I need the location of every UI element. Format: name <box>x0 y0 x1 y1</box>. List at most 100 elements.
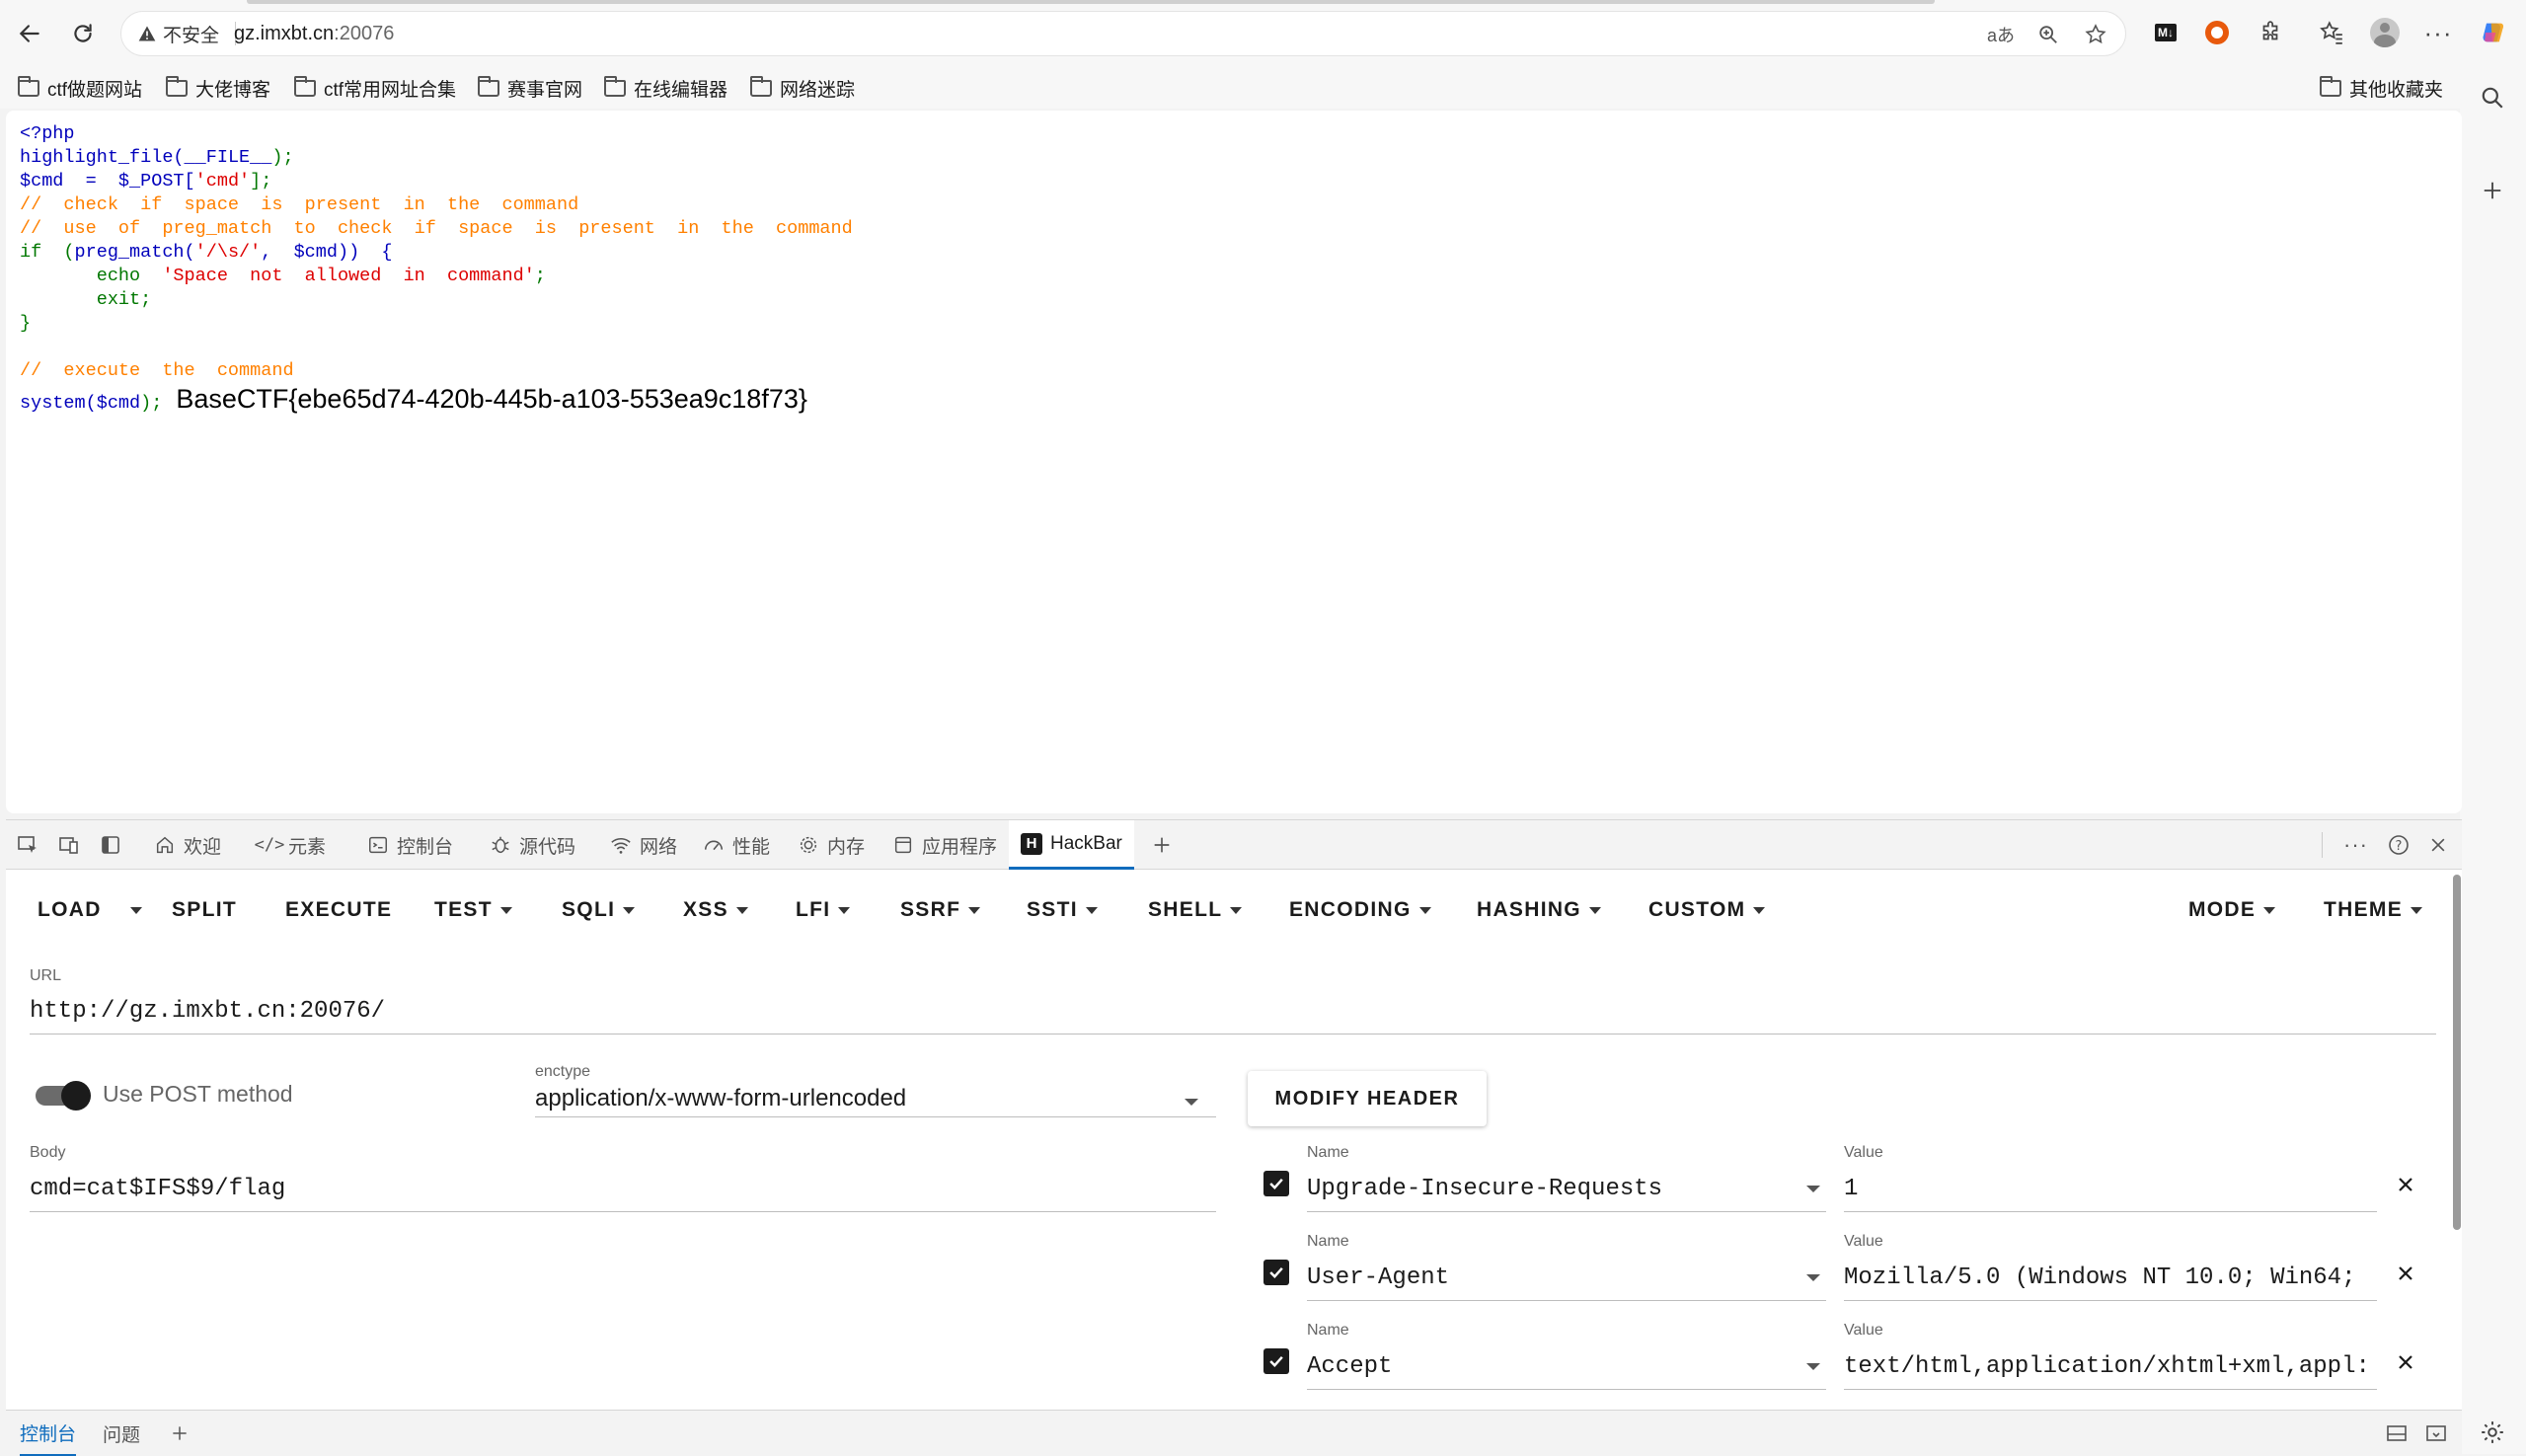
address-bar[interactable]: 不安全 gz.imxbt.cn:20076 aあ <box>120 11 2126 56</box>
read-aloud-icon[interactable]: aあ <box>1987 21 2015 48</box>
close-drawer-icon[interactable] <box>2424 1411 2448 1456</box>
tab-memory[interactable]: 内存 <box>798 820 865 870</box>
enctype-select[interactable]: application/x-www-form-urlencoded <box>535 1085 906 1112</box>
drawer-tab-issues[interactable]: 问题 <box>103 1411 140 1456</box>
bookmark-osint[interactable]: 网络迷踪 <box>750 69 855 107</box>
tab-performance[interactable]: 性能 <box>703 820 770 870</box>
header-value-label: Value <box>1844 1144 1883 1161</box>
header-value-input[interactable]: Mozilla/5.0 (Windows NT 10.0; Win64; <box>1844 1264 2377 1291</box>
extensions-puzzle-icon[interactable] <box>2253 15 2288 50</box>
custom-menu[interactable]: CUSTOM <box>1648 892 1766 928</box>
header-value-input[interactable]: text/html,application/xhtml+xml,appl: <box>1844 1353 2377 1380</box>
add-tab-button[interactable] <box>1151 820 1173 870</box>
enctype-dropdown-icon[interactable] <box>1185 1099 1198 1106</box>
chevron-down-icon <box>838 906 851 914</box>
dock-drawer-icon[interactable] <box>2385 1411 2409 1456</box>
split-button[interactable]: SPLIT <box>172 892 237 928</box>
tab-sources[interactable]: 源代码 <box>490 820 575 870</box>
header-checkbox[interactable] <box>1263 1260 1289 1285</box>
tab-elements[interactable]: </> 元素 <box>255 820 326 870</box>
bookmark-label: ctf常用网址合集 <box>324 79 457 101</box>
flag-output: BaseCTF{ebe65d74-420b-445b-a103-553ea9c1… <box>176 384 807 414</box>
markdown-extension-icon[interactable]: M↓ <box>2148 15 2183 50</box>
close-devtools-icon[interactable] <box>2428 820 2448 870</box>
devtools-more-icon[interactable]: ··· <box>2343 820 2368 870</box>
header-name-input[interactable]: Upgrade-Insecure-Requests <box>1307 1176 1781 1202</box>
browser-toolbar: 不安全 gz.imxbt.cn:20076 aあ M↓ ··· <box>0 0 2526 69</box>
modify-header-button[interactable]: MODIFY HEADER <box>1248 1071 1487 1126</box>
sqli-menu[interactable]: SQLI <box>562 892 636 928</box>
site-info-button[interactable]: 不安全 <box>137 12 237 55</box>
ssti-menu[interactable]: SSTI <box>1027 892 1098 928</box>
test-menu[interactable]: TEST <box>434 892 512 928</box>
mode-menu[interactable]: MODE <box>2188 892 2276 928</box>
bookmark-events[interactable]: 赛事官网 <box>478 69 582 107</box>
header-name-label: Name <box>1307 1144 1349 1161</box>
xss-menu[interactable]: XSS <box>683 892 748 928</box>
url-underline <box>30 1034 2436 1035</box>
tab-label: 欢迎 <box>184 836 222 858</box>
header-checkbox[interactable] <box>1263 1348 1289 1374</box>
hashing-menu[interactable]: HASHING <box>1477 892 1601 928</box>
application-icon <box>892 834 914 856</box>
bookmark-editors[interactable]: 在线编辑器 <box>604 69 727 107</box>
code-token: 'cmd' <box>194 171 251 192</box>
bookmark-blogs[interactable]: 大佬博客 <box>166 69 270 107</box>
bookmark-ctf-sites[interactable]: ctf做题网站 <box>18 69 142 107</box>
tab-welcome[interactable]: 欢迎 <box>154 820 221 870</box>
header-value-input[interactable]: 1 <box>1844 1176 2377 1202</box>
help-icon[interactable]: ? <box>2387 820 2411 870</box>
header-checkbox[interactable] <box>1263 1171 1289 1196</box>
header-name-dropdown-icon[interactable] <box>1806 1274 1820 1281</box>
code-comment: // check if space is present in the comm… <box>20 194 579 215</box>
header-name-dropdown-icon[interactable] <box>1806 1186 1820 1192</box>
tab-hackbar[interactable]: H HackBar <box>1009 820 1134 870</box>
remove-header-icon[interactable] <box>2391 1347 2420 1377</box>
zoom-icon[interactable] <box>2034 21 2062 48</box>
bug-icon <box>490 834 511 856</box>
shell-menu[interactable]: SHELL <box>1148 892 1243 928</box>
device-emulation-icon[interactable] <box>57 820 81 870</box>
remove-header-icon[interactable] <box>2391 1259 2420 1288</box>
header-name-dropdown-icon[interactable] <box>1806 1363 1820 1370</box>
tab-application[interactable]: 应用程序 <box>892 820 997 870</box>
ssrf-menu[interactable]: SSRF <box>900 892 981 928</box>
load-dropdown-caret[interactable] <box>130 892 142 928</box>
url-input[interactable]: http://gz.imxbt.cn:20076/ <box>30 998 2428 1025</box>
tab-console[interactable]: 控制台 <box>367 820 453 870</box>
header-name-input[interactable]: Accept <box>1307 1353 1781 1380</box>
encoding-menu[interactable]: ENCODING <box>1289 892 1431 928</box>
drawer-add-tab-button[interactable] <box>170 1411 190 1456</box>
sidebar-search-icon[interactable] <box>2476 81 2509 115</box>
favorites-icon[interactable] <box>2314 15 2349 50</box>
theme-menu[interactable]: THEME <box>2324 892 2422 928</box>
remove-header-icon[interactable] <box>2391 1170 2420 1199</box>
tab-network[interactable]: 网络 <box>610 820 677 870</box>
chevron-down-icon <box>1085 906 1098 914</box>
bookmark-ctf-links[interactable]: ctf常用网址合集 <box>294 69 456 107</box>
body-input[interactable]: cmd=cat$IFS$9/flag <box>30 1176 1214 1202</box>
reload-button[interactable] <box>63 14 103 53</box>
copilot-icon[interactable] <box>2476 15 2511 50</box>
dock-side-icon[interactable] <box>99 820 122 870</box>
code-token: preg_match( <box>74 242 195 263</box>
sidebar-add-icon[interactable] <box>2476 174 2509 207</box>
post-method-toggle[interactable] <box>32 1079 91 1111</box>
inspect-element-icon[interactable] <box>16 820 39 870</box>
favorite-star-icon[interactable] <box>2082 21 2109 48</box>
sidebar-settings-icon[interactable] <box>2476 1416 2509 1449</box>
hackbar-scrollbar[interactable] <box>2453 875 2461 1230</box>
back-button[interactable] <box>10 14 49 53</box>
record-extension-icon[interactable] <box>2199 15 2235 50</box>
execute-button[interactable]: EXECUTE <box>285 892 392 928</box>
load-button[interactable]: LOAD <box>38 892 102 928</box>
code-token: highlight_file( <box>20 147 185 168</box>
drawer-tab-console[interactable]: 控制台 <box>20 1411 77 1456</box>
header-name-input[interactable]: User-Agent <box>1307 1264 1781 1291</box>
other-bookmarks[interactable]: 其他收藏夹 <box>2320 69 2443 107</box>
url-text[interactable]: gz.imxbt.cn:20076 <box>234 12 394 55</box>
profile-avatar[interactable] <box>2367 15 2403 50</box>
more-menu-icon[interactable]: ··· <box>2420 15 2456 50</box>
memory-gear-icon <box>798 834 819 856</box>
lfi-menu[interactable]: LFI <box>796 892 851 928</box>
